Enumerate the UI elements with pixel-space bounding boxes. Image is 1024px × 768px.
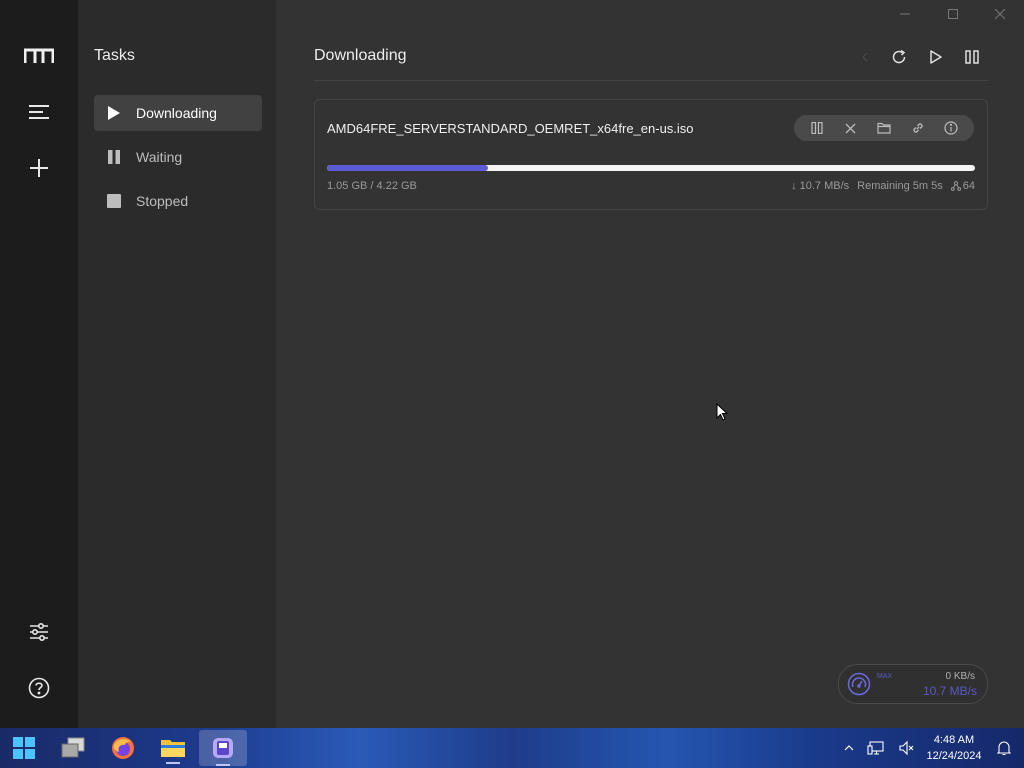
app-window: Tasks Downloading Waiting Stopped Downlo… <box>0 0 1024 728</box>
pause-all-icon[interactable] <box>961 46 983 68</box>
stop-icon <box>107 194 121 208</box>
folder-icon[interactable] <box>873 117 895 139</box>
pause-task-icon[interactable] <box>806 117 828 139</box>
clock-time: 4:48 AM <box>933 734 975 746</box>
speedometer[interactable]: MAX 0 KB/s 10.7 MB/s <box>838 664 988 704</box>
firefox-icon <box>112 737 134 759</box>
connections-count: 64 <box>962 180 975 192</box>
task-view-icon <box>61 737 85 758</box>
task-filename: AMD64FRE_SERVERSTANDARD_OEMRET_x64fre_en… <box>327 121 694 136</box>
delete-task-icon[interactable] <box>839 117 861 139</box>
help-icon[interactable] <box>19 668 59 708</box>
settings-icon[interactable] <box>19 612 59 652</box>
volume-muted-icon[interactable] <box>894 728 918 768</box>
task-stats: ↓ 10.7 MB/s Remaining 5m 5s 64 <box>791 180 975 192</box>
sidebar-item-label: Waiting <box>136 149 183 165</box>
info-icon[interactable] <box>940 117 962 139</box>
link-icon[interactable] <box>907 117 929 139</box>
sidebar-item-stopped[interactable]: Stopped <box>94 183 262 219</box>
upload-speed: 0 KB/s <box>945 671 975 682</box>
tasks-sidebar: Tasks Downloading Waiting Stopped <box>78 0 276 728</box>
maximize-icon[interactable] <box>938 4 968 24</box>
minimize-icon[interactable] <box>890 4 920 24</box>
active-indicator <box>166 762 180 764</box>
system-clock[interactable]: 4:48 AM 12/24/2024 <box>918 732 990 764</box>
file-explorer-button[interactable] <box>157 732 189 764</box>
sidebar-item-label: Stopped <box>136 193 189 209</box>
start-button[interactable] <box>8 732 40 764</box>
time-remaining: Remaining 5m 5s <box>857 180 943 192</box>
menu-icon[interactable] <box>19 92 59 132</box>
sidebar-item-label: Downloading <box>136 105 217 121</box>
play-icon <box>107 106 121 120</box>
task-size: 1.05 GB / 4.22 GB <box>327 180 417 192</box>
mouse-cursor-icon <box>716 403 728 421</box>
nav-rail <box>0 0 78 728</box>
folder-app-icon <box>161 740 185 757</box>
chevron-up-icon[interactable] <box>840 728 858 768</box>
firefox-button[interactable] <box>107 732 139 764</box>
motrix-taskbar-button[interactable] <box>199 730 247 766</box>
speedometer-icon <box>847 672 871 696</box>
taskbar: 4:48 AM 12/24/2024 <box>0 728 1024 768</box>
app-logo-icon[interactable] <box>19 36 59 76</box>
sidebar-item-downloading[interactable]: Downloading <box>94 95 262 131</box>
refresh-icon[interactable] <box>888 46 910 68</box>
task-actions <box>794 115 974 141</box>
network-icon[interactable] <box>864 728 888 768</box>
chevron-left-icon <box>854 46 876 68</box>
download-progress-bar <box>327 165 975 171</box>
progress-fill <box>327 165 489 171</box>
pause-icon <box>107 150 121 164</box>
add-icon[interactable] <box>19 148 59 188</box>
download-speed: ↓ 10.7 MB/s <box>791 180 850 192</box>
resume-all-icon[interactable] <box>925 46 947 68</box>
task-view-button[interactable] <box>57 732 89 764</box>
task-card[interactable]: AMD64FRE_SERVERSTANDARD_OEMRET_x64fre_en… <box>314 99 988 210</box>
clock-date: 12/24/2024 <box>926 750 982 762</box>
notification-icon[interactable] <box>994 728 1014 768</box>
main-panel: Downloading AMD64FRE_SERVERSTANDARD_OEMR… <box>276 0 1024 728</box>
divider <box>314 80 988 81</box>
speed-limit-label: MAX <box>877 673 893 680</box>
motrix-app-icon <box>213 738 233 758</box>
connections-icon <box>950 181 961 191</box>
active-indicator <box>216 764 230 766</box>
connections: 64 <box>950 180 975 192</box>
page-title: Downloading <box>314 47 407 64</box>
windows-icon <box>13 737 35 759</box>
sidebar-title: Tasks <box>94 47 135 64</box>
sidebar-item-waiting[interactable]: Waiting <box>94 139 262 175</box>
close-icon[interactable] <box>985 4 1015 24</box>
download-speed-total: 10.7 MB/s <box>922 684 977 698</box>
